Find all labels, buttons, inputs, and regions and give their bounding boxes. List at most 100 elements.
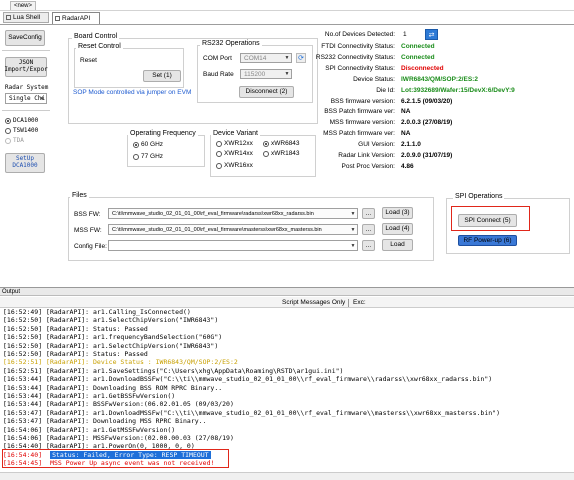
log-error-time: [16:54:45]: [3, 459, 43, 467]
chevron-down-icon: ▼: [350, 226, 356, 233]
json-import-export-button[interactable]: JSON Import/Expor: [4, 57, 48, 77]
radio-label: 60 GHz: [141, 141, 164, 148]
status-value: Lot:3932689/Wafer:15/DevX:6/DevY:9: [401, 86, 515, 94]
radio-77ghz[interactable]: 77 GHz: [133, 153, 163, 160]
log-line: [16:53:47] [RadarAPI]: ar1.DownloadMSSFw…: [3, 408, 500, 417]
bss-fw-path-value: C:\ti\mmwave_studio_02_01_01_00\rf_eval_…: [112, 210, 314, 217]
disconnect-button[interactable]: Disconnect (2): [239, 86, 294, 98]
radio-label: DCA1000: [13, 117, 39, 124]
log-line: [16:53:44] [RadarAPI]: ar1.GetBSSFwVersi…: [3, 392, 176, 400]
status-value: Connected: [401, 53, 435, 61]
spi-connect-button[interactable]: SPI Connect (5): [458, 214, 517, 227]
radio-dca1000[interactable]: DCA1000: [5, 117, 38, 124]
sop-note: SOP Mode controlled via jumper on EVM: [73, 89, 192, 96]
mss-fw-path-value: C:\ti\mmwave_studio_02_01_01_00\rf_eval_…: [112, 226, 322, 233]
operating-frequency-title: Operating Frequency: [128, 130, 198, 137]
rf-power-up-button[interactable]: RF Power-up (6): [458, 235, 517, 246]
radio-xwr16xx[interactable]: XWR16xx: [216, 162, 253, 169]
tab-label: Lua Shell: [13, 14, 41, 21]
chevron-down-icon: ▼: [284, 55, 290, 61]
bss-browse-button[interactable]: ...: [362, 208, 375, 219]
radio-label: TSW1400: [13, 127, 39, 134]
radio-dot: [263, 140, 269, 147]
status-label: FTDI Connectivity Status:: [321, 43, 395, 50]
exc-label: Exc:: [353, 299, 366, 306]
log-line: [16:53:47] [RadarAPI]: Downloading MSS R…: [3, 417, 207, 426]
status-label: Radar Link Version:: [338, 152, 395, 159]
save-config-button[interactable]: SaveConfig: [5, 30, 45, 46]
mss-load-button[interactable]: Load (4): [382, 223, 413, 235]
radio-xwr6843[interactable]: xWR6843: [263, 140, 300, 147]
reset-control-group: [74, 48, 184, 88]
radio-tda[interactable]: TDA: [5, 137, 24, 144]
status-label: SPI Connectivity Status:: [325, 64, 395, 72]
com-port-select[interactable]: COM14 ▼: [240, 53, 292, 63]
tab-strip-line: [0, 24, 574, 25]
config-load-button[interactable]: Load: [382, 239, 413, 251]
bottom-status-strip: [0, 472, 574, 480]
status-label: Die Id:: [376, 86, 395, 94]
log-error-time: [16:54:40]: [3, 451, 43, 459]
bss-fw-path[interactable]: C:\ti\mmwave_studio_02_01_01_00\rf_eval_…: [108, 208, 358, 219]
radio-dot: [5, 137, 11, 144]
log-line: [16:52:51] [RadarAPI]: Device Status : I…: [3, 358, 238, 367]
radio-label: XWR16xx: [224, 162, 253, 169]
status-label: RS232 Connectivity Status:: [315, 53, 395, 61]
status-value: 2.0.0.3 (27/08/19): [401, 119, 453, 127]
checkbox-icon: [55, 16, 60, 21]
status-label: BSS firmware version:: [330, 97, 395, 105]
log-line: [16:52:51] [RadarAPI]: ar1.SaveSettings(…: [3, 366, 344, 375]
config-browse-button[interactable]: ...: [362, 240, 375, 251]
log-line: [16:52:50] [RadarAPI]: Status: Passed: [3, 350, 148, 358]
radar-system-select[interactable]: Single Chi ▼: [5, 93, 47, 104]
log-line: [16:52:50] [RadarAPI]: ar1.frequencyBand…: [3, 333, 223, 342]
reset-label: Reset: [80, 57, 97, 64]
log-line: [16:52:50] [RadarAPI]: ar1.SelectChipVer…: [3, 341, 219, 350]
baud-rate-value: 115200: [244, 70, 266, 78]
radio-dot: [5, 117, 11, 124]
output-log-area[interactable]: [16:52:49] [RadarAPI]: ar1.Calling_IsCon…: [0, 309, 574, 472]
left-divider-2: [2, 110, 50, 111]
setup-dca1000-button[interactable]: SetUp DCA1000: [5, 153, 45, 173]
status-label: MSS firmware version:: [329, 119, 395, 127]
radio-dot: [133, 141, 139, 148]
radio-xwr1843[interactable]: xWR1843: [263, 150, 300, 157]
script-messages-only-toggle[interactable]: Script Messages Only: [282, 299, 345, 306]
reset-control-title: Reset Control: [76, 43, 123, 50]
radio-dot: [133, 153, 139, 160]
rs232-title: RS232 Operations: [200, 40, 262, 47]
baud-rate-label: Baud Rate: [203, 71, 234, 78]
device-variant-title: Device Variant: [211, 130, 261, 137]
radio-dot: [263, 150, 269, 157]
baud-rate-select[interactable]: 115200 ▼: [240, 69, 292, 79]
com-port-value: COM14: [244, 54, 267, 62]
radio-xwr12xx[interactable]: XWR12xx: [216, 140, 253, 147]
chevron-down-icon: ▼: [40, 95, 44, 102]
checkbox-icon: [6, 15, 11, 20]
radio-tsw1400[interactable]: TSW1400: [5, 127, 38, 134]
status-value: 4.86: [401, 162, 414, 170]
devices-detected-value: 1: [403, 31, 407, 38]
config-file-path[interactable]: ▼: [108, 240, 358, 251]
tab-lua-shell[interactable]: Lua Shell: [3, 12, 49, 23]
radio-dot: [216, 162, 222, 169]
radio-xwr14xx[interactable]: XWR14xx: [216, 150, 253, 157]
bss-load-button[interactable]: Load (3): [382, 207, 413, 219]
radio-label: TDA: [13, 137, 24, 144]
status-label: BSS Patch firmware ver:: [324, 108, 395, 116]
swap-icon[interactable]: ⇄: [425, 29, 438, 40]
output-title: Output: [2, 289, 21, 295]
set-button[interactable]: Set (1): [143, 70, 181, 82]
new-tab[interactable]: <new>: [10, 1, 36, 10]
log-line: [16:54:06] [RadarAPI]: MSSFwVersion:(02.…: [3, 434, 234, 442]
radio-60ghz[interactable]: 60 GHz: [133, 141, 163, 148]
mss-fw-path[interactable]: C:\ti\mmwave_studio_02_01_01_00\rf_eval_…: [108, 224, 358, 235]
mss-browse-button[interactable]: ...: [362, 224, 375, 235]
status-value: 2.1.1.0: [401, 141, 421, 149]
top-divider: [0, 10, 574, 11]
status-label: Post Proc Version:: [341, 162, 395, 170]
radio-dot: [216, 150, 222, 157]
tab-radarapi[interactable]: RadarAPI: [52, 12, 100, 24]
log-line: [16:53:44] [RadarAPI]: BSSFwVersion:(06.…: [3, 400, 234, 409]
bss-fw-label: BSS FW:: [74, 211, 101, 218]
